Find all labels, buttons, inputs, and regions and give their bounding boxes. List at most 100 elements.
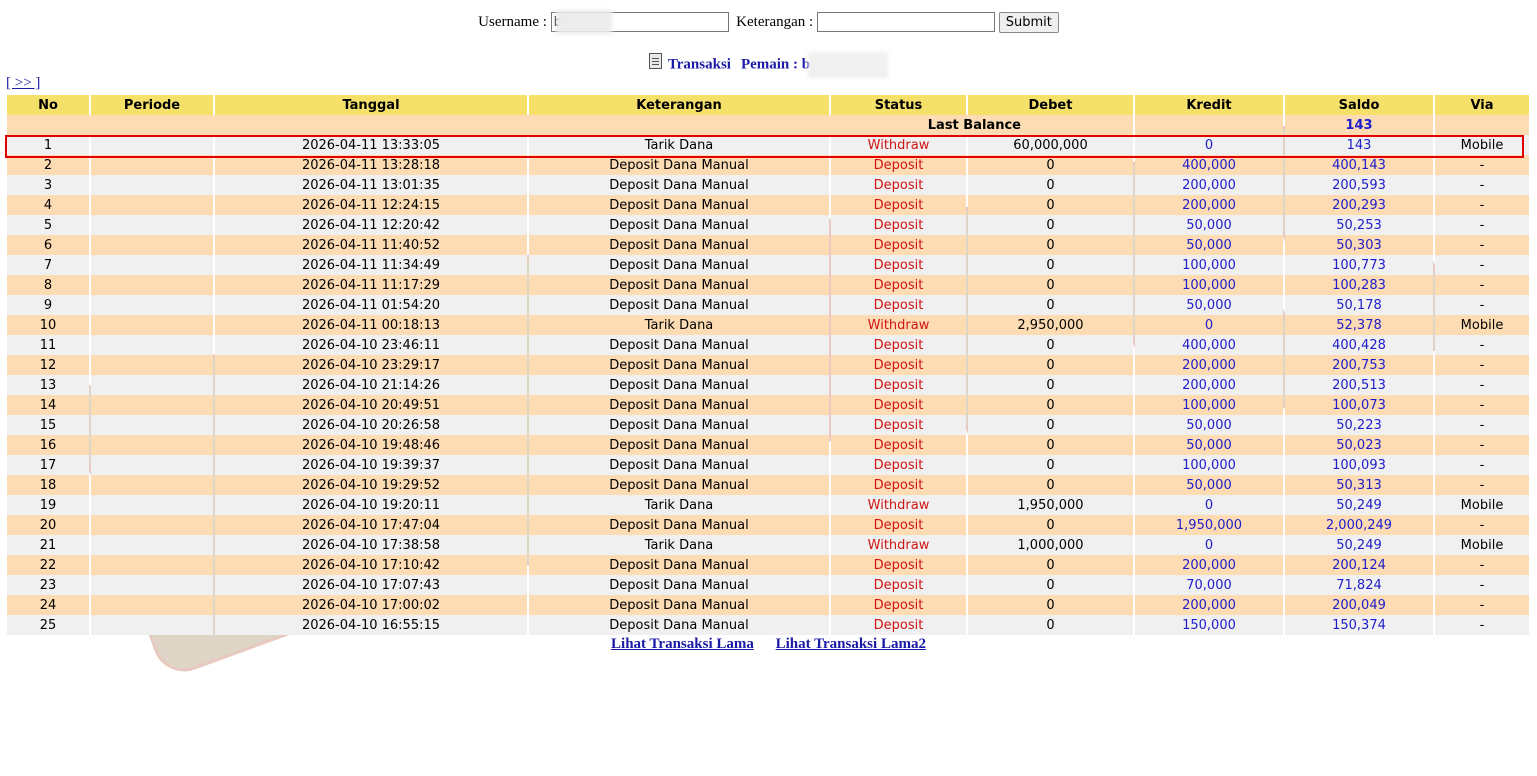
cell-status: Deposit [831, 415, 966, 435]
cell-keterangan: Tarik Dana [529, 535, 829, 555]
old-transactions-link-2[interactable]: Lihat Transaksi Lama2 [776, 636, 926, 652]
cell-keterangan: Deposit Dana Manual [529, 255, 829, 275]
cell-periode [91, 175, 213, 195]
cell-keterangan: Deposit Dana Manual [529, 455, 829, 475]
table-row: 9 2026-04-11 01:54:20 Deposit Dana Manual D… [7, 295, 1529, 315]
username-label: Username : [478, 13, 547, 30]
cell-tanggal: 2026-04-11 11:34:49 [215, 255, 527, 275]
cell-via: - [1435, 595, 1529, 615]
cell-kredit: 70,000 [1135, 575, 1283, 595]
document-icon [648, 53, 662, 70]
cell-saldo: 100,093 [1285, 455, 1433, 475]
cell-saldo: 100,073 [1285, 395, 1433, 415]
cell-tanggal: 2026-04-10 17:38:58 [215, 535, 527, 555]
cell-no: 12 [7, 355, 89, 375]
cell-status: Deposit [831, 215, 966, 235]
cell-keterangan: Tarik Dana [529, 495, 829, 515]
cell-periode [91, 455, 213, 475]
cell-status: Deposit [831, 595, 966, 615]
cell-via: Mobile [1435, 135, 1529, 155]
cell-tanggal: 2026-04-10 19:20:11 [215, 495, 527, 515]
cell-saldo: 143 [1285, 135, 1433, 155]
cell-no: 17 [7, 455, 89, 475]
old-transactions-link[interactable]: Lihat Transaksi Lama [611, 636, 754, 652]
cell-periode [91, 355, 213, 375]
keterangan-input[interactable] [816, 12, 995, 32]
cell-no: 4 [7, 195, 89, 215]
cell-debet: 2,950,000 [968, 315, 1133, 335]
cell-saldo: 200,293 [1285, 195, 1433, 215]
cell-debet: 0 [968, 415, 1133, 435]
cell-via: - [1435, 455, 1529, 475]
cell-periode [91, 595, 213, 615]
cell-debet: 0 [968, 195, 1133, 215]
table-row: 23 2026-04-10 17:07:43 Deposit Dana Manual… [7, 575, 1529, 595]
table-row: 10 2026-04-11 00:18:13 Tarik Dana Withdraw 2… [7, 315, 1529, 335]
cell-status: Deposit [831, 435, 966, 455]
cell-debet: 0 [968, 155, 1133, 175]
cell-tanggal: 2026-04-11 01:54:20 [215, 295, 527, 315]
cell-no: 11 [7, 335, 89, 355]
cell-kredit: 50,000 [1135, 295, 1283, 315]
cell-status: Withdraw [831, 315, 966, 335]
table-row: 24 2026-04-10 17:00:02 Deposit Dana Manual… [7, 595, 1529, 615]
cell-kredit: 0 [1135, 315, 1283, 335]
cell-status: Withdraw [831, 495, 966, 515]
cell-saldo: 400,143 [1285, 155, 1433, 175]
cell-periode [91, 615, 213, 635]
cell-tanggal: 2026-04-11 11:40:52 [215, 235, 527, 255]
cell-no: 7 [7, 255, 89, 275]
cell-kredit: 200,000 [1135, 375, 1283, 395]
cell-saldo: 2,000,249 [1285, 515, 1433, 535]
cell-keterangan: Deposit Dana Manual [529, 555, 829, 575]
submit-button[interactable]: Submit [998, 11, 1059, 33]
cell-debet: 0 [968, 435, 1133, 455]
cell-no: 13 [7, 375, 89, 395]
cell-kredit: 100,000 [1135, 275, 1283, 295]
cell-no: 20 [7, 515, 89, 535]
cell-via: - [1435, 255, 1529, 275]
cell-kredit: 100,000 [1135, 255, 1283, 275]
cell-kredit: 50,000 [1135, 235, 1283, 255]
cell-no: 3 [7, 175, 89, 195]
cell-status: Deposit [831, 615, 966, 635]
cell-tanggal: 2026-04-11 13:28:18 [215, 155, 527, 175]
cell-saldo: 100,283 [1285, 275, 1433, 295]
cell-periode [91, 395, 213, 415]
cell-periode [91, 135, 213, 155]
cell-no: 9 [7, 295, 89, 315]
cell-status: Deposit [831, 275, 966, 295]
cell-via: - [1435, 215, 1529, 235]
cell-kredit: 400,000 [1135, 335, 1283, 355]
cell-status: Deposit [831, 155, 966, 175]
last-balance-row: Last Balance 143 [7, 115, 1529, 135]
cell-keterangan: Deposit Dana Manual [529, 235, 829, 255]
cell-keterangan: Deposit Dana Manual [529, 275, 829, 295]
cell-debet: 1,000,000 [968, 535, 1133, 555]
cell-tanggal: 2026-04-10 16:55:15 [215, 615, 527, 635]
table-row: 3 2026-04-11 13:01:35 Deposit Dana Manual D… [7, 175, 1529, 195]
cell-periode [91, 235, 213, 255]
cell-no: 25 [7, 615, 89, 635]
cell-saldo: 200,593 [1285, 175, 1433, 195]
cell-periode [91, 275, 213, 295]
cell-status: Deposit [831, 335, 966, 355]
cell-saldo: 50,253 [1285, 215, 1433, 235]
cell-no: 10 [7, 315, 89, 335]
cell-tanggal: 2026-04-11 13:33:05 [215, 135, 527, 155]
cell-no: 5 [7, 215, 89, 235]
cell-kredit: 50,000 [1135, 435, 1283, 455]
cell-kredit: 0 [1135, 135, 1283, 155]
table-row: 6 2026-04-11 11:40:52 Deposit Dana Manual D… [7, 235, 1529, 255]
table-row: 13 2026-04-10 21:14:26 Deposit Dana Manual… [7, 375, 1529, 395]
cell-via: - [1435, 355, 1529, 375]
cell-saldo: 50,303 [1285, 235, 1433, 255]
cell-saldo: 50,023 [1285, 435, 1433, 455]
cell-periode [91, 475, 213, 495]
cell-keterangan: Deposit Dana Manual [529, 435, 829, 455]
cell-saldo: 200,124 [1285, 555, 1433, 575]
next-page-link[interactable]: [ >> ] [6, 75, 40, 92]
cell-keterangan: Deposit Dana Manual [529, 375, 829, 395]
cell-via: - [1435, 515, 1529, 535]
cell-periode [91, 375, 213, 395]
